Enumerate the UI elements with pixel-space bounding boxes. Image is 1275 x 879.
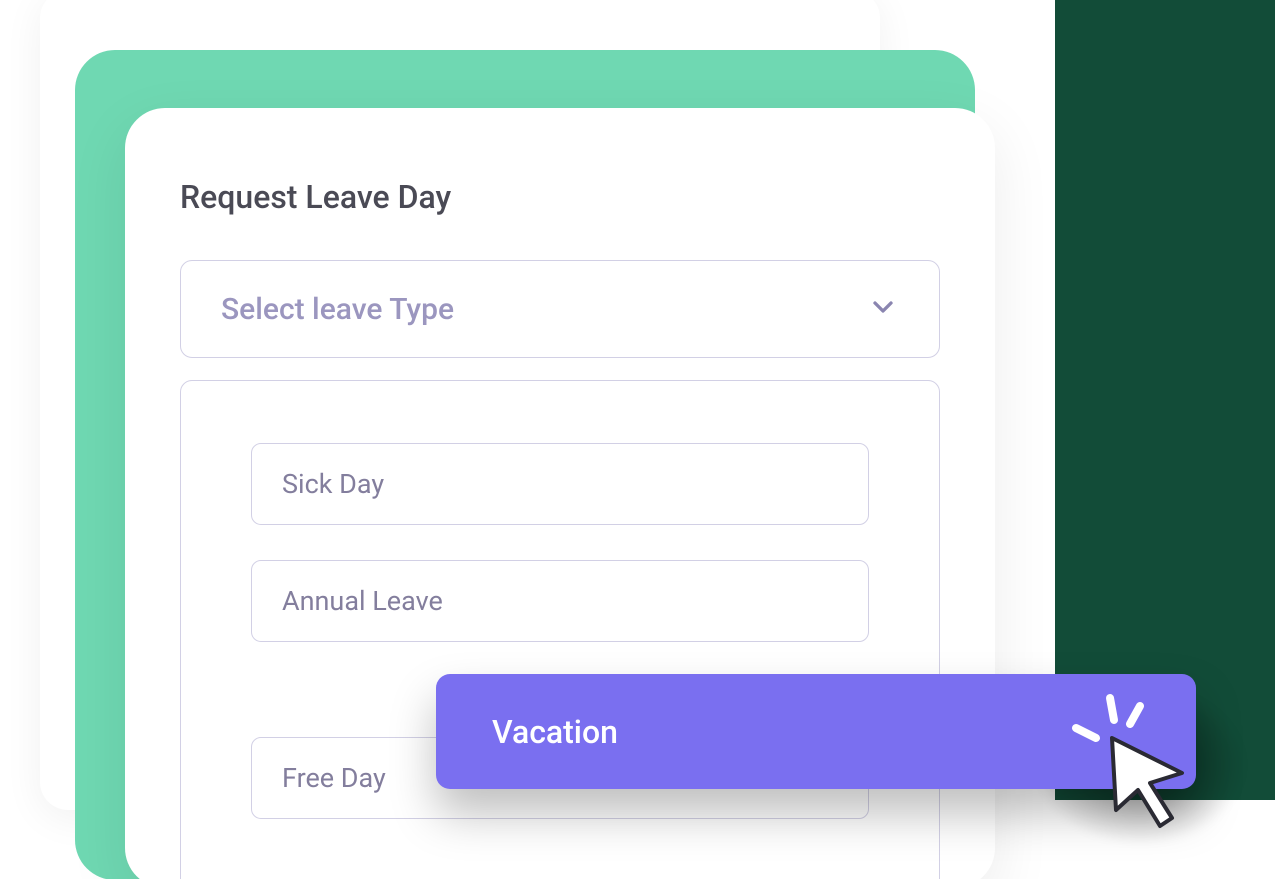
chevron-down-icon	[867, 291, 899, 327]
vacation-label: Vacation	[492, 713, 618, 751]
leave-type-options-panel: Sick Day Annual Leave Free Day	[180, 380, 940, 879]
option-sick-day[interactable]: Sick Day	[251, 443, 869, 525]
leave-type-select[interactable]: Select leave Type	[180, 260, 940, 358]
option-annual-leave[interactable]: Annual Leave	[251, 560, 869, 642]
option-vacation-highlighted[interactable]: Vacation	[436, 674, 1196, 789]
select-placeholder: Select leave Type	[221, 292, 454, 327]
form-title: Request Leave Day	[180, 178, 940, 216]
